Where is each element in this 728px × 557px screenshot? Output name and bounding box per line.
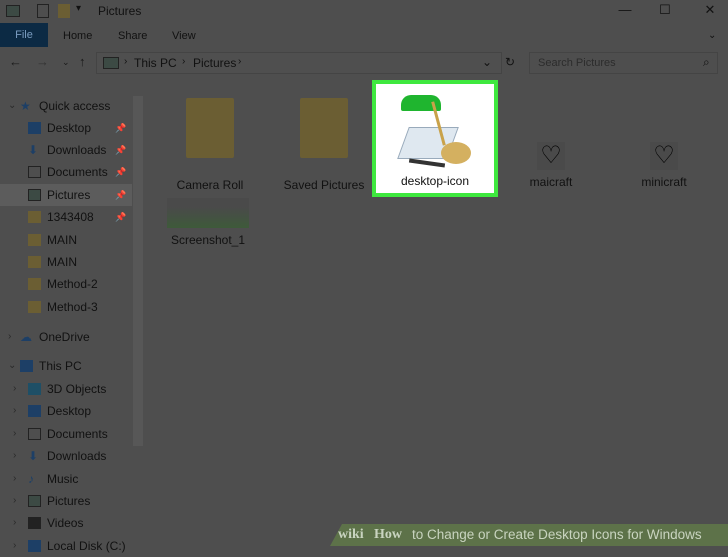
folder-icon <box>28 278 41 290</box>
nav-local-disk[interactable]: › Local Disk (C:) <box>0 535 132 557</box>
pin-icon: 📌 <box>115 145 127 155</box>
file-saved-pictures[interactable]: Saved Pictures <box>280 98 368 192</box>
search-input[interactable]: Search Pictures <box>529 52 718 74</box>
nav-pictures[interactable]: Pictures 📌 <box>0 184 132 206</box>
nav-quick-access[interactable]: ⌄ ★ Quick access <box>0 95 132 117</box>
computer-icon <box>20 360 33 372</box>
title-bar: ▾ Pictures — ☐ ✕ <box>0 0 728 22</box>
tab-view[interactable]: View <box>172 30 196 42</box>
wikihow-logo-how: How <box>374 527 402 542</box>
properties-icon[interactable] <box>37 4 49 18</box>
folder-icon <box>28 211 41 223</box>
nav-pc-pictures[interactable]: › Pictures <box>0 490 132 512</box>
new-folder-icon[interactable] <box>58 4 70 18</box>
tab-file[interactable]: File <box>0 23 48 47</box>
window-icon <box>6 5 20 17</box>
breadcrumb-pictures[interactable]: Pictures <box>193 56 236 70</box>
file-label: Camera Roll <box>176 178 244 192</box>
nav-documents[interactable]: Documents 📌 <box>0 161 132 183</box>
minimize-button[interactable]: — <box>610 2 640 17</box>
nav-pc-desktop[interactable]: › Desktop <box>0 400 132 422</box>
article-title: to Change or Create Desktop Icons for Wi… <box>412 527 702 542</box>
file-minicraft[interactable]: ♡ minicraft <box>628 142 700 189</box>
file-label: Saved Pictures <box>283 178 365 192</box>
nav-desktop[interactable]: Desktop 📌 <box>0 117 132 139</box>
up-button[interactable]: ↑ <box>79 54 86 69</box>
recent-locations-button[interactable]: ⌄ <box>62 57 70 68</box>
wikihow-banner: wiki How to Change or Create Desktop Ico… <box>330 524 728 546</box>
folder-icon <box>300 98 348 158</box>
desk-lamp-image <box>393 87 477 171</box>
tab-home[interactable]: Home <box>63 30 92 42</box>
nav-pc-downloads[interactable]: › ⬇ Downloads <box>0 445 132 467</box>
folder-icon <box>186 98 234 158</box>
nav-main[interactable]: MAIN <box>0 229 132 251</box>
tab-share[interactable]: Share <box>118 30 147 42</box>
nav-main-2[interactable]: MAIN <box>0 251 132 273</box>
file-maicraft[interactable]: ♡ maicraft <box>515 142 587 189</box>
window-title: Pictures <box>98 4 142 18</box>
folder-icon <box>28 301 41 313</box>
music-icon: ♪ <box>28 472 34 486</box>
dropdown-icon: ⌄ <box>482 55 493 69</box>
nav-3d-objects[interactable]: › 3D Objects <box>0 378 132 400</box>
pin-icon: 📌 <box>115 190 127 200</box>
forward-button[interactable]: → <box>36 54 49 69</box>
nav-method-3[interactable]: Method-3 <box>0 296 132 318</box>
navigation-pane: ⌄ ★ Quick access Desktop 📌 ⬇ Downloads 📌 Docu… <box>0 95 143 553</box>
nav-onedrive[interactable]: › ☁ OneDrive <box>0 326 132 348</box>
cloud-icon: ☁ <box>20 330 32 344</box>
download-icon: ⬇ <box>28 449 39 463</box>
pin-icon: 📌 <box>115 123 127 133</box>
pictures-icon <box>28 189 41 201</box>
drive-icon <box>28 540 41 552</box>
file-screenshot-1[interactable]: Screenshot_1 <box>164 198 252 247</box>
heart-icon: ♡ <box>650 142 678 170</box>
back-button[interactable]: ← <box>9 54 22 69</box>
desktop-icon <box>28 122 41 134</box>
documents-icon <box>28 166 41 178</box>
file-label: maicraft <box>529 175 573 189</box>
3d-objects-icon <box>28 383 41 395</box>
pictures-location-icon <box>103 57 119 69</box>
refresh-icon[interactable]: ↻ <box>505 55 515 69</box>
nav-scrollbar[interactable] <box>133 96 143 446</box>
address-bar[interactable]: › This PC › Pictures › ⌄ <box>96 52 502 74</box>
desktop-icon <box>28 405 41 417</box>
pictures-icon <box>28 495 41 507</box>
search-icon: ⌕ <box>703 55 710 69</box>
screenshot-thumbnail <box>167 198 249 228</box>
close-button[interactable]: ✕ <box>695 2 725 18</box>
expand-ribbon-icon[interactable]: ⌄ <box>708 30 716 41</box>
file-camera-roll[interactable]: Camera Roll <box>170 98 250 192</box>
file-label: Screenshot_1 <box>170 233 246 247</box>
file-label: desktop-icon <box>400 174 470 188</box>
heart-icon: ♡ <box>537 142 565 170</box>
nav-method-2[interactable]: Method-2 <box>0 273 132 295</box>
nav-1343408[interactable]: 1343408 📌 <box>0 206 132 228</box>
nav-music[interactable]: › ♪ Music <box>0 468 132 490</box>
wikihow-logo-wiki: wiki <box>338 527 364 542</box>
folder-icon <box>28 234 41 246</box>
documents-icon <box>28 428 41 440</box>
nav-pc-documents[interactable]: › Documents <box>0 423 132 445</box>
breadcrumb-this-pc[interactable]: This PC <box>134 56 177 70</box>
download-icon: ⬇ <box>28 143 39 157</box>
videos-icon <box>28 517 41 529</box>
nav-downloads[interactable]: ⬇ Downloads 📌 <box>0 139 132 161</box>
maximize-button[interactable]: ☐ <box>650 2 680 18</box>
file-label: minicraft <box>641 175 687 189</box>
file-desktop-icon-highlighted[interactable]: desktop-icon <box>372 80 498 197</box>
nav-this-pc[interactable]: ⌄ This PC <box>0 355 132 377</box>
folder-icon <box>28 256 41 268</box>
nav-videos[interactable]: › Videos <box>0 512 132 534</box>
customize-toolbar-icon[interactable]: ▾ <box>76 3 81 14</box>
pin-icon: 📌 <box>115 167 127 177</box>
pin-icon: 📌 <box>115 212 127 222</box>
